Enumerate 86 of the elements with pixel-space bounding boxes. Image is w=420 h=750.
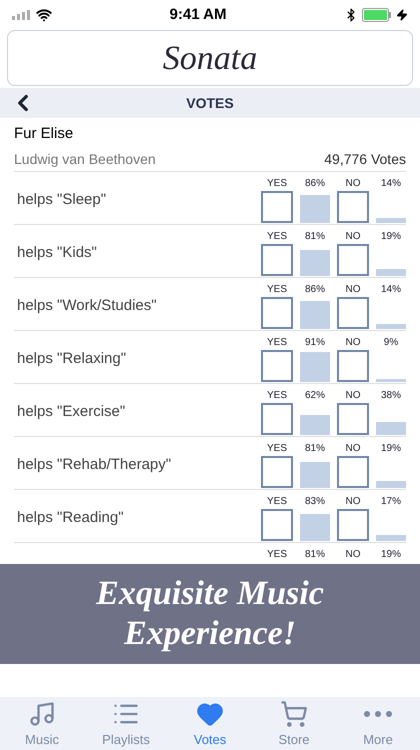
no-label: NO bbox=[344, 494, 362, 508]
percent-bar bbox=[376, 535, 406, 540]
no-label: NO bbox=[344, 442, 362, 456]
vote-checkbox[interactable] bbox=[337, 244, 369, 276]
vote-checkbox[interactable] bbox=[337, 402, 369, 434]
vote-checkbox[interactable] bbox=[337, 190, 369, 222]
logo-text: Sonata bbox=[162, 38, 258, 78]
charging-icon bbox=[396, 9, 408, 21]
no-label: NO bbox=[344, 548, 362, 562]
cart-icon bbox=[280, 700, 308, 728]
yes-label: YES bbox=[266, 176, 288, 190]
vote-checkbox[interactable] bbox=[337, 350, 369, 382]
percent-bar bbox=[376, 269, 406, 276]
yes-percent: 86% bbox=[304, 282, 326, 296]
promo-text: Exquisite Music Experience! bbox=[96, 574, 324, 654]
tab-item[interactable]: More bbox=[336, 697, 420, 750]
tab-item[interactable]: Music bbox=[0, 697, 84, 750]
yes-percent: 81% bbox=[304, 548, 326, 562]
yes-percent: 91% bbox=[304, 336, 326, 350]
no-percent: 38% bbox=[380, 388, 402, 402]
yes-percent: 81% bbox=[304, 230, 326, 244]
yes-percent: 83% bbox=[304, 494, 326, 508]
percent-bar bbox=[376, 218, 406, 222]
no-percent: 14% bbox=[380, 282, 402, 296]
vote-checkbox[interactable] bbox=[261, 350, 293, 382]
yes-label: YES bbox=[266, 548, 288, 562]
vote-category: helps "Work/Studies" bbox=[16, 296, 157, 316]
tab-item[interactable]: Votes bbox=[168, 697, 252, 750]
yes-label: YES bbox=[266, 494, 288, 508]
percent-bar bbox=[300, 300, 330, 328]
tab-item[interactable]: Playlists bbox=[84, 697, 168, 750]
no-percent: 19% bbox=[380, 548, 402, 562]
percent-bar bbox=[300, 250, 330, 276]
vote-category: helps "Sleep" bbox=[16, 190, 106, 210]
vote-category: helps "Rehab/Therapy" bbox=[16, 454, 172, 474]
no-percent: 14% bbox=[380, 176, 402, 190]
yes-label: YES bbox=[266, 336, 288, 350]
tab-item[interactable]: Store bbox=[252, 697, 336, 750]
vote-checkbox[interactable] bbox=[261, 508, 293, 540]
yes-percent: 81% bbox=[304, 442, 326, 456]
no-percent: 17% bbox=[380, 494, 402, 508]
percent-bar bbox=[300, 462, 330, 488]
vote-category: helps "Reading" bbox=[16, 508, 124, 528]
percent-bar bbox=[300, 414, 330, 434]
composer-name: Ludwig van Beethoven bbox=[14, 150, 156, 169]
no-label: NO bbox=[344, 230, 362, 244]
yes-label: YES bbox=[266, 230, 288, 244]
vote-checkbox[interactable] bbox=[337, 508, 369, 540]
vote-checkbox[interactable] bbox=[337, 296, 369, 328]
percent-bar bbox=[300, 352, 330, 382]
song-title: Fur Elise bbox=[14, 124, 74, 144]
no-percent: 19% bbox=[380, 442, 402, 456]
vote-checkbox[interactable] bbox=[261, 402, 293, 434]
percent-bar bbox=[300, 194, 330, 222]
vote-checkbox[interactable] bbox=[261, 456, 293, 488]
status-time: 9:41 AM bbox=[170, 4, 226, 25]
vote-count: 49,776 Votes bbox=[324, 150, 406, 168]
vote-checkbox[interactable] bbox=[337, 456, 369, 488]
vote-checkbox[interactable] bbox=[261, 244, 293, 276]
yes-percent: 62% bbox=[304, 388, 326, 402]
no-label: NO bbox=[344, 336, 362, 350]
wifi-icon bbox=[36, 7, 52, 23]
yes-percent: 86% bbox=[304, 176, 326, 190]
yes-label: YES bbox=[266, 282, 288, 296]
percent-bar bbox=[376, 481, 406, 488]
vote-checkbox[interactable] bbox=[261, 296, 293, 328]
vote-checkbox[interactable] bbox=[261, 190, 293, 222]
vote-category: helps "Exercise" bbox=[16, 402, 126, 422]
battery-icon bbox=[362, 8, 392, 22]
percent-bar bbox=[300, 514, 330, 540]
no-label: NO bbox=[344, 176, 362, 190]
yes-label: YES bbox=[266, 442, 288, 456]
percent-bar bbox=[376, 422, 406, 434]
nav-title: VOTES bbox=[186, 94, 234, 112]
yes-label: YES bbox=[266, 388, 288, 402]
no-label: NO bbox=[344, 282, 362, 296]
signal-icon bbox=[12, 10, 32, 20]
music-note-icon bbox=[28, 700, 56, 728]
no-percent: 9% bbox=[382, 336, 400, 350]
more-icon bbox=[364, 710, 392, 716]
no-label: NO bbox=[344, 388, 362, 402]
vote-category: helps "Relaxing" bbox=[16, 348, 126, 368]
percent-bar bbox=[376, 378, 406, 382]
no-percent: 19% bbox=[380, 230, 402, 244]
vote-category: helps "Kids" bbox=[16, 242, 97, 262]
percent-bar bbox=[376, 324, 406, 328]
